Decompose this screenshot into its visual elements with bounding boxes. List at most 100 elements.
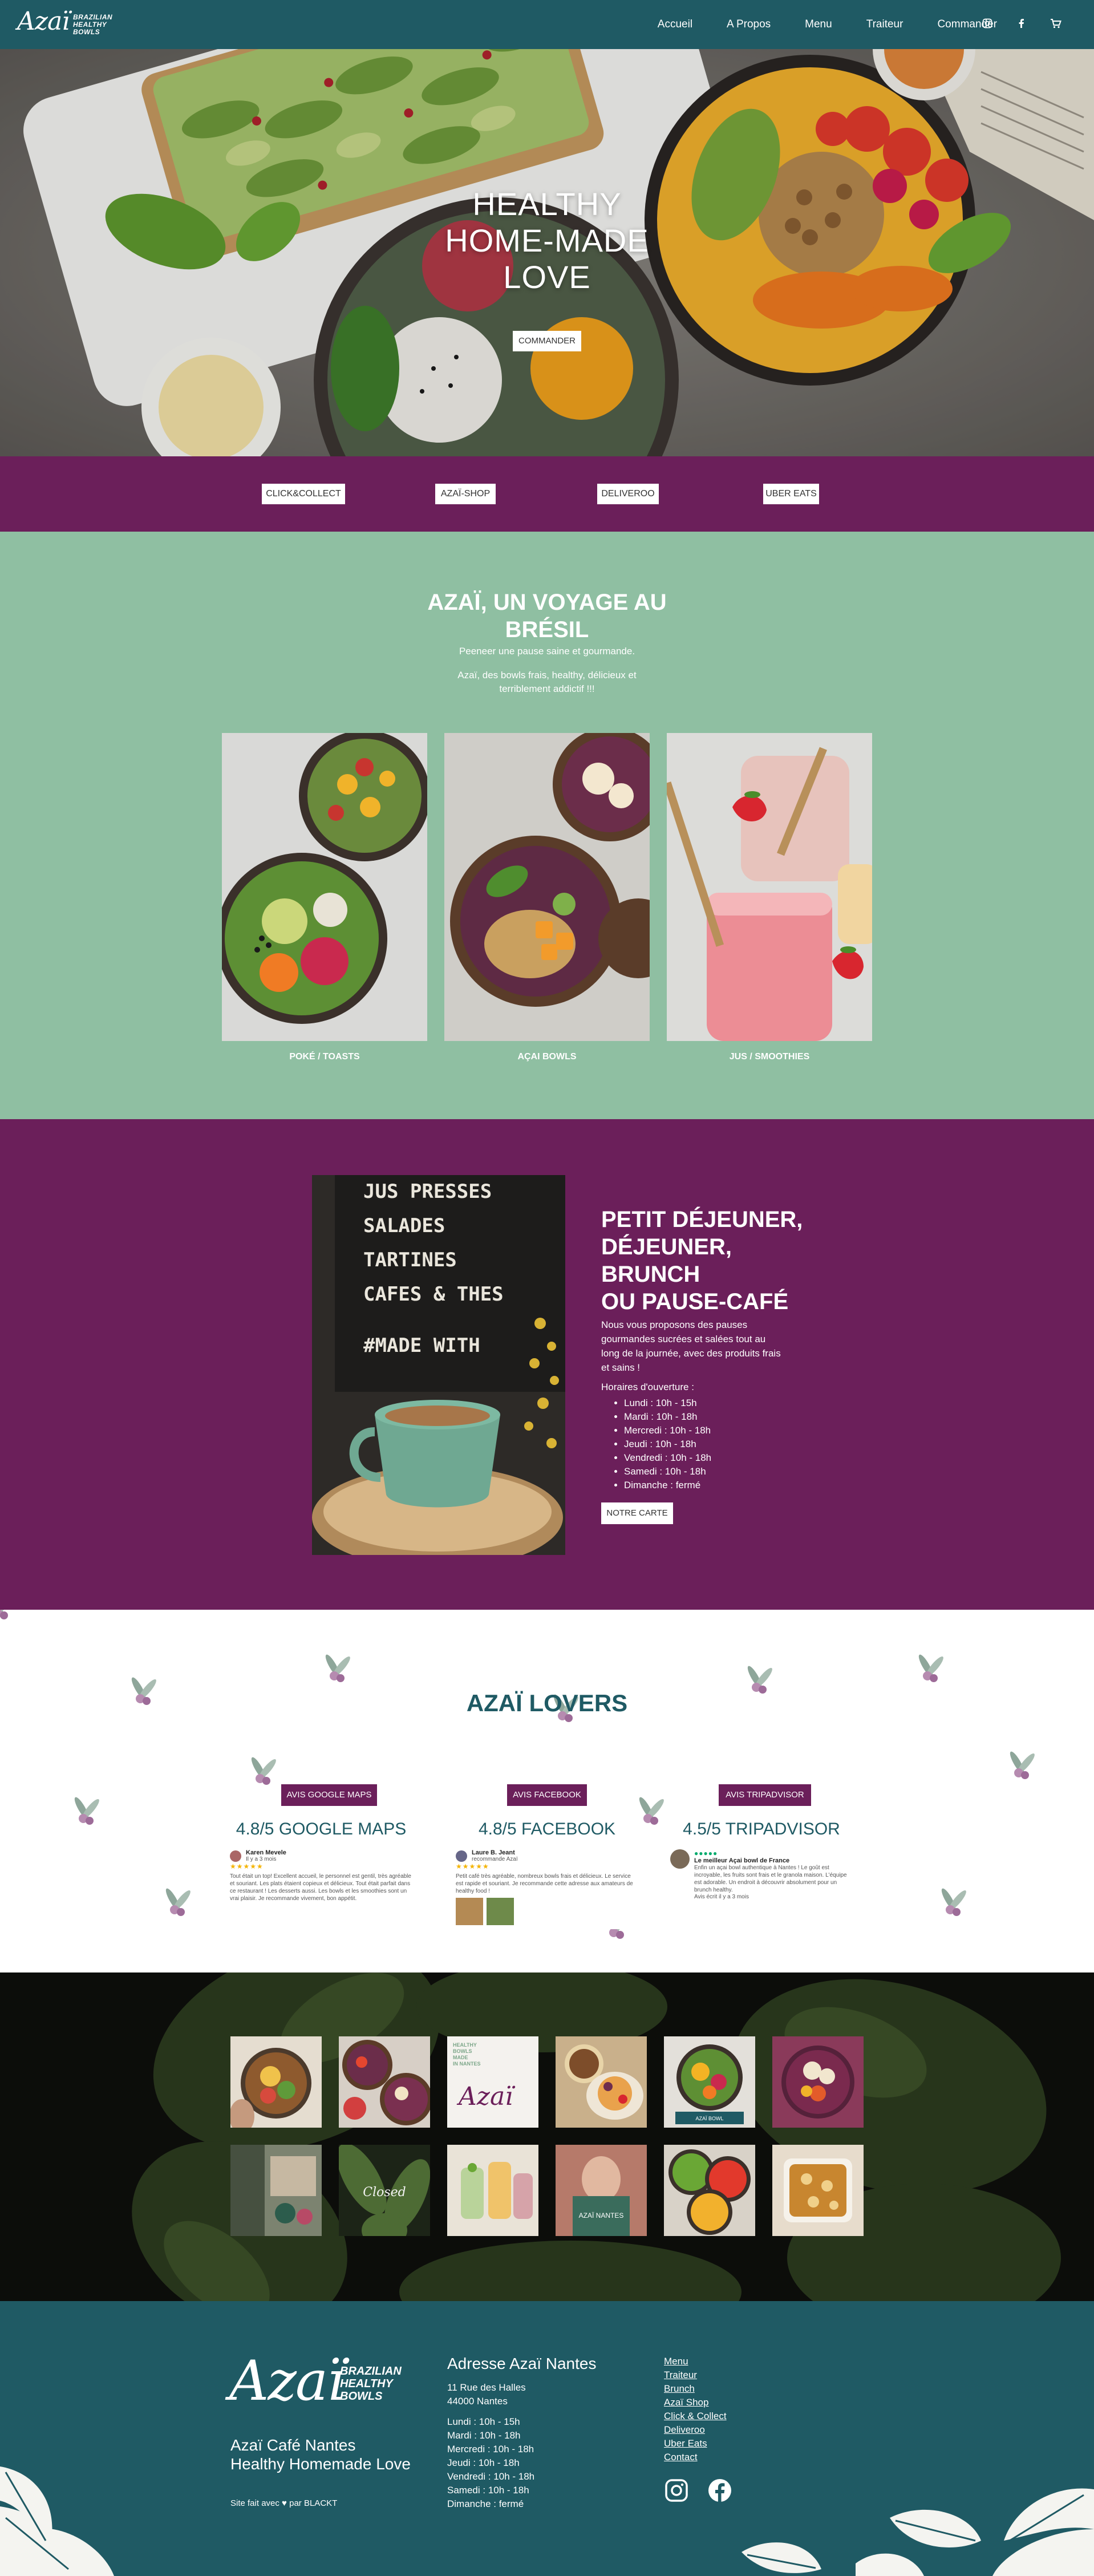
jus-smoothies-card[interactable] bbox=[667, 733, 872, 1041]
acai-bowls-photo bbox=[444, 733, 650, 1041]
voyage-title-line: AZAÏ, UN VOYAGE AU bbox=[427, 590, 667, 615]
order-options-bar: CLICK&COLLECT AZAÏ-SHOP DELIVEROO UBER E… bbox=[0, 456, 1094, 532]
footer-link-azai-shop[interactable]: Azaï Shop bbox=[664, 2396, 727, 2409]
opening-hours-title: Horaires d'ouverture : bbox=[601, 1382, 694, 1392]
poke-toasts-card[interactable] bbox=[222, 733, 427, 1041]
logo[interactable]: Azaï BRAZILIAN HEALTHY BOWLS bbox=[17, 7, 112, 41]
click-collect-button[interactable]: CLICK&COLLECT bbox=[262, 484, 345, 504]
footer-link-menu[interactable]: Menu bbox=[664, 2355, 727, 2368]
acai-bowls-caption: AÇAI BOWLS bbox=[517, 1052, 577, 1062]
hero-title-line: HOME-MADE bbox=[445, 222, 649, 258]
voyage-section: AZAÏ, UN VOYAGE AU BRÉSIL Peeneer une pa… bbox=[0, 532, 1094, 1119]
facebook-icon[interactable] bbox=[707, 2478, 732, 2503]
footer-logo[interactable]: Azaï bbox=[229, 2349, 345, 2413]
cart-icon[interactable] bbox=[1050, 18, 1062, 31]
lovers-title: AZAÏ LOVERS bbox=[466, 1690, 628, 1716]
board-line-5: #MADE WITH bbox=[363, 1334, 480, 1357]
voyage-description: terriblement addictif !!! bbox=[499, 683, 595, 694]
star-rating: ★★★★★ bbox=[230, 1862, 264, 1870]
google-maps-reviews-button[interactable]: AVIS GOOGLE MAPS bbox=[281, 1784, 377, 1806]
hours-item: Jeudi : 10h - 18h bbox=[624, 1437, 711, 1451]
smoothies-photo bbox=[667, 733, 872, 1041]
instagram-post-8[interactable]: Closed bbox=[339, 2145, 430, 2236]
footer-link-traiteur[interactable]: Traiteur bbox=[664, 2368, 727, 2382]
instagram-post-1[interactable] bbox=[230, 2036, 322, 2128]
instagram-post-11[interactable] bbox=[664, 2145, 755, 2236]
facebook-reviews-button[interactable]: AVIS FACEBOOK bbox=[507, 1784, 587, 1806]
logo-tag-line: BRAZILIAN bbox=[340, 2365, 402, 2377]
commander-button[interactable]: COMMANDER bbox=[513, 331, 581, 351]
coffee-cup-photo: JUS PRESSES SALADES TARTINES CAFES & THE… bbox=[312, 1175, 565, 1555]
post-caption: AZAÏ NANTES bbox=[579, 2212, 624, 2219]
deliveroo-button[interactable]: DELIVEROO bbox=[597, 484, 659, 504]
hours-item: Lundi : 10h - 15h bbox=[447, 2416, 520, 2427]
poke-bowls-photo bbox=[222, 733, 427, 1041]
notre-carte-button[interactable]: NOTRE CARTE bbox=[601, 1502, 673, 1524]
instagram-post-4[interactable] bbox=[556, 2036, 647, 2128]
caption-line: IN NANTES bbox=[453, 2061, 481, 2067]
nav-links: Accueil A Propos Menu Traiteur Commander bbox=[623, 0, 997, 49]
review-photo bbox=[456, 1898, 483, 1925]
uber-eats-button[interactable]: UBER EATS bbox=[763, 484, 819, 504]
logo-tag-line: HEALTHY bbox=[73, 21, 107, 29]
breakfast-title-line: OU PAUSE-CAFÉ bbox=[601, 1289, 789, 1314]
tripadvisor-reviews-button[interactable]: AVIS TRIPADVISOR bbox=[719, 1784, 811, 1806]
hours-item: Samedi : 10h - 18h bbox=[447, 2485, 529, 2496]
nav-link-traiteur[interactable]: Traiteur bbox=[866, 18, 903, 31]
facebook-score: 4.8/5 FACEBOOK bbox=[478, 1820, 616, 1838]
voyage-title: AZAÏ, UN VOYAGE AU BRÉSIL bbox=[0, 589, 1094, 643]
nav-link-accueil[interactable]: Accueil bbox=[658, 18, 692, 31]
instagram-post-6[interactable] bbox=[772, 2036, 864, 2128]
opening-hours-list: Lundi : 10h - 15h Mardi : 10h - 18h Merc… bbox=[624, 1396, 711, 1492]
hours-item: Mercredi : 10h - 18h bbox=[447, 2444, 534, 2455]
footer-credit: Site fait avec ♥ par BLACKT bbox=[230, 2498, 338, 2508]
instagram-post-12[interactable] bbox=[772, 2145, 864, 2236]
instagram-post-5[interactable]: AZAÏ BOWL bbox=[664, 2036, 755, 2128]
footer-link-brunch[interactable]: Brunch bbox=[664, 2382, 727, 2396]
review-meta: Avis écrit il y a 3 mois bbox=[694, 1894, 749, 1900]
nav-link-menu[interactable]: Menu bbox=[805, 18, 832, 31]
nav-link-a-propos[interactable]: A Propos bbox=[727, 18, 771, 31]
hero-title-line: HEALTHY bbox=[472, 186, 622, 222]
footer-link-deliveroo[interactable]: Deliveroo bbox=[664, 2423, 727, 2437]
post-logo: Azaï bbox=[459, 2082, 513, 2111]
instagram-gallery: HEALTHY BOWLS MADE IN NANTES Azaï AZAÏ B… bbox=[0, 1972, 1094, 2301]
instagram-post-9[interactable] bbox=[447, 2145, 538, 2236]
hours-item: Mercredi : 10h - 18h bbox=[624, 1424, 711, 1437]
review-title: Le meilleur Açai bowl de France bbox=[694, 1857, 790, 1864]
footer-link-click-collect[interactable]: Click & Collect bbox=[664, 2409, 727, 2423]
hero-title-line: LOVE bbox=[503, 259, 591, 295]
breakfast-title: PETIT DÉJEUNER, DÉJEUNER, BRUNCH OU PAUS… bbox=[601, 1206, 803, 1315]
instagram-post-10[interactable]: AZAÏ NANTES bbox=[556, 2145, 647, 2236]
footer-link-contact[interactable]: Contact bbox=[664, 2451, 727, 2464]
caption-line: MADE bbox=[453, 2055, 468, 2060]
instagram-post-7[interactable] bbox=[230, 2145, 322, 2236]
hours-item: Dimanche : fermé bbox=[624, 1479, 711, 1492]
address-title: Adresse Azaï Nantes bbox=[447, 2355, 597, 2372]
instagram-post-3[interactable]: HEALTHY BOWLS MADE IN NANTES Azaï bbox=[447, 2036, 538, 2128]
voyage-subtitle: Peeneer une pause saine et gourmande. bbox=[459, 646, 635, 657]
hours-item: Mardi : 10h - 18h bbox=[447, 2430, 521, 2441]
hero-title: HEALTHY HOME-MADE LOVE bbox=[0, 186, 1094, 295]
instagram-icon[interactable] bbox=[664, 2478, 689, 2503]
hours-item: Vendredi : 10h - 18h bbox=[624, 1451, 711, 1465]
address: 11 Rue des Halles 44000 Nantes bbox=[447, 2381, 526, 2408]
footer-link-uber-eats[interactable]: Uber Eats bbox=[664, 2437, 727, 2451]
hours-item: Dimanche : fermé bbox=[447, 2498, 524, 2509]
hero-banner: HEALTHY HOME-MADE LOVE COMMANDER bbox=[0, 49, 1094, 456]
azai-lovers-section: AZAÏ LOVERS AVIS GOOGLE MAPS 4.8/5 GOOGL… bbox=[0, 1610, 1094, 1972]
azai-shop-button[interactable]: AZAÏ-SHOP bbox=[435, 484, 496, 504]
top-navigation: Azaï BRAZILIAN HEALTHY BOWLS Accueil A P… bbox=[0, 0, 1094, 49]
star-rating: ★★★★★ bbox=[456, 1862, 489, 1870]
hours-item: Vendredi : 10h - 18h bbox=[447, 2471, 535, 2482]
review-text: Tout était un top! Excellent accueil, le… bbox=[230, 1873, 411, 1902]
avatar bbox=[456, 1850, 467, 1862]
logo-tag-line: BRAZILIAN bbox=[73, 13, 113, 21]
address-line: 11 Rue des Halles bbox=[447, 2382, 526, 2393]
breakfast-title-line: BRUNCH bbox=[601, 1262, 700, 1287]
acai-bowls-card[interactable] bbox=[444, 733, 650, 1041]
instagram-icon[interactable] bbox=[981, 18, 994, 31]
post-caption: Closed bbox=[363, 2185, 406, 2200]
facebook-icon[interactable] bbox=[1015, 18, 1028, 31]
instagram-post-2[interactable] bbox=[339, 2036, 430, 2128]
